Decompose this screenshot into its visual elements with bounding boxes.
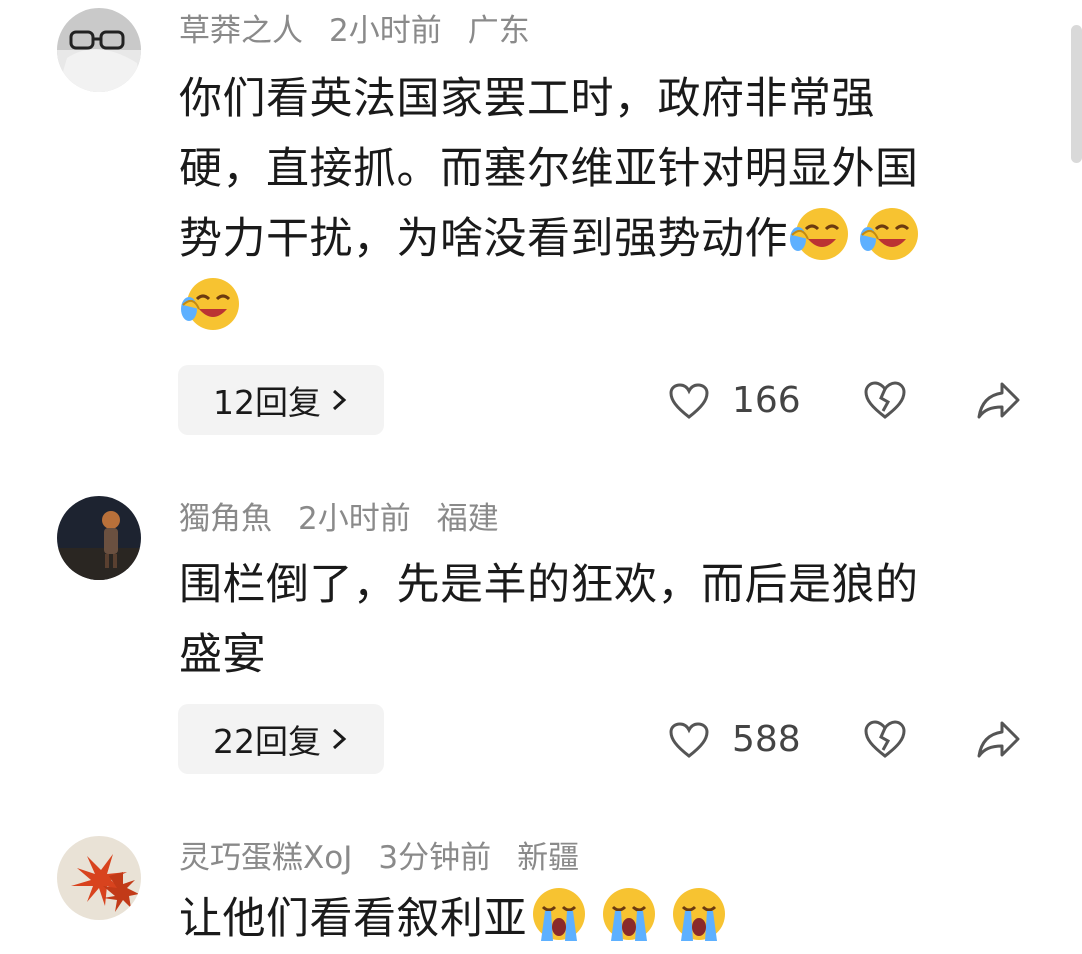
like-count: 588 [732,719,801,760]
crying-emoji-icon [673,888,725,941]
heart-icon [669,721,709,758]
chevron-right-icon [332,389,347,411]
username[interactable]: 草莽之人 [179,13,303,49]
laughing-emoji-icon [790,208,848,260]
username[interactable]: 灵巧蛋糕XoJ [179,840,352,876]
comment-line: 你们看英法国家罢工时，政府非常强 [179,74,875,124]
avatar[interactable] [57,8,141,92]
share-icon[interactable] [976,379,1022,421]
location: 新疆 [517,840,580,876]
avatar[interactable] [57,496,141,580]
comment-line: 硬，直接抓。而塞尔维亚针对明显外国 [179,144,919,194]
comment-line: 势力干扰，为啥没看到强势动作 [179,204,1009,274]
comment-meta: 獨角魚 2小时前 福建 [179,504,525,535]
timestamp: 2小时前 [329,13,442,49]
avatar[interactable] [57,836,141,920]
like-button[interactable]: 166 [668,380,801,421]
scrollbar[interactable] [1071,25,1082,163]
laughing-emoji-icon [181,278,239,330]
comment-line [179,274,1009,344]
location: 福建 [436,501,499,537]
replies-button[interactable]: 12回复 [178,365,384,435]
timestamp: 3分钟前 [378,840,492,876]
replies-label: 22回复 [213,722,321,761]
comment-line-text: 让他们看看叙利亚 [179,894,527,944]
share-icon[interactable] [976,718,1022,760]
chevron-right-icon [332,728,347,750]
replies-button[interactable]: 22回复 [178,704,384,774]
comment-line: 让他们看看叙利亚 [179,884,1009,954]
location: 广东 [467,13,530,49]
timestamp: 2小时前 [298,501,411,537]
comment-line: 盛宴 [179,630,266,680]
laughing-emoji-icon [860,208,918,260]
comment-meta: 草莽之人 2小时前 广东 [179,16,556,47]
comment-line: 围栏倒了，先是羊的狂欢，而后是狼的 [179,560,919,610]
comment-meta: 灵巧蛋糕XoJ 3分钟前 新疆 [179,843,605,874]
like-count: 166 [732,380,801,421]
replies-label: 12回复 [213,383,321,422]
heart-icon [669,382,709,419]
comment-text: 你们看英法国家罢工时，政府非常强 硬，直接抓。而塞尔维亚针对明显外国 势力干扰，… [179,64,1009,344]
crying-emoji-icon [533,888,585,941]
comment-text: 围栏倒了，先是羊的狂欢，而后是狼的 盛宴 [179,550,1009,690]
comment-line-text: 势力干扰，为啥没看到强势动作 [179,214,788,264]
dislike-broken-heart-icon[interactable] [863,719,907,759]
username[interactable]: 獨角魚 [179,501,272,537]
like-button[interactable]: 588 [668,719,801,760]
comment-text: 让他们看看叙利亚 [179,884,1009,954]
dislike-broken-heart-icon[interactable] [863,380,907,420]
crying-emoji-icon [603,888,655,941]
